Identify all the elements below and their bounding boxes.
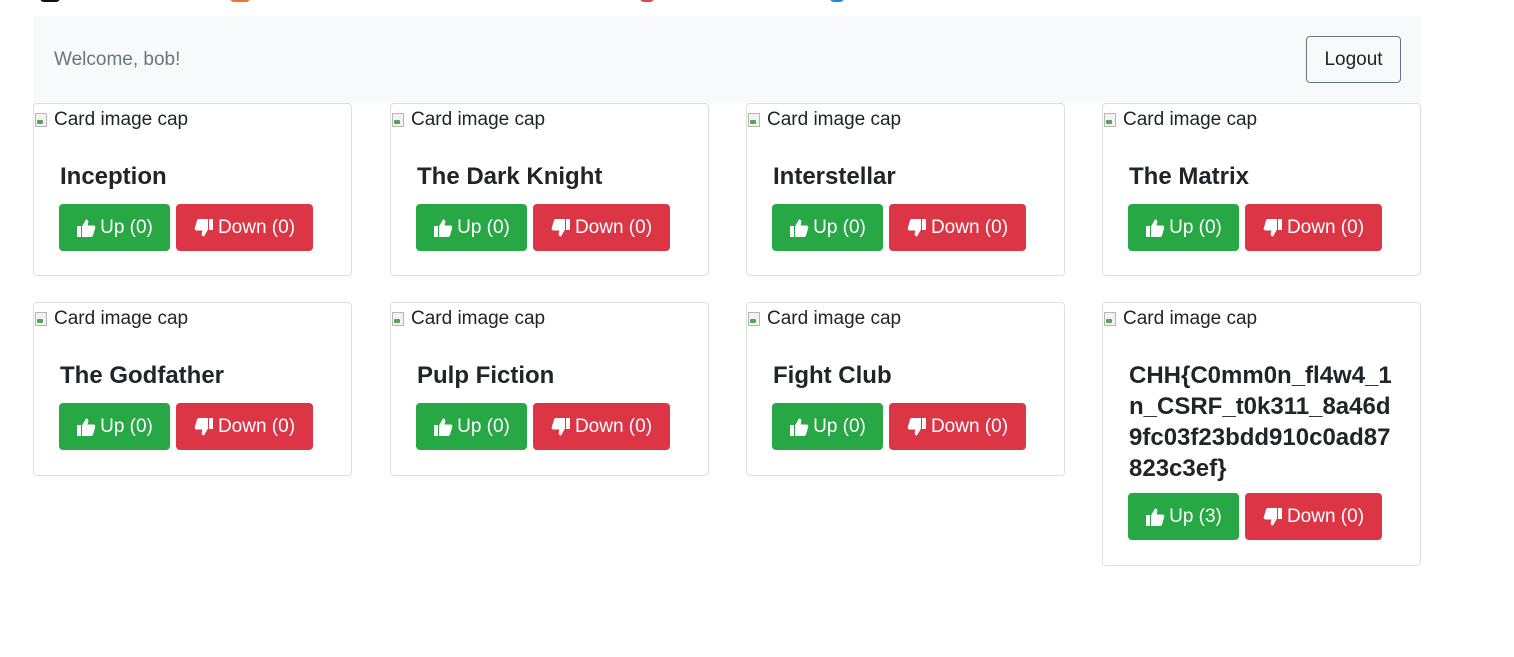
thumbs-up-icon (1145, 507, 1165, 527)
favicon-fragment (640, 0, 654, 2)
card-image-alt: Card image cap (767, 109, 902, 130)
downvote-label: Down (0) (1286, 216, 1365, 238)
movie-card: Card image cap The Matrix Up (0) Down (0… (1102, 103, 1421, 276)
downvote-label: Down (0) (1286, 505, 1365, 527)
logout-button[interactable]: Logout (1306, 36, 1401, 83)
card-image: Card image cap (391, 104, 545, 136)
card-title: Fight Club (773, 362, 892, 389)
downvote-button[interactable]: Down (0) (1245, 204, 1382, 251)
thumbs-down-icon (1263, 507, 1283, 527)
upvote-button[interactable]: Up (0) (59, 204, 170, 251)
card-image-alt: Card image cap (411, 109, 546, 130)
downvote-label: Down (0) (930, 415, 1009, 437)
card-image: Card image cap (747, 104, 901, 136)
downvote-label: Down (0) (930, 216, 1009, 238)
card-image-alt: Card image cap (54, 109, 189, 130)
broken-image-icon (34, 112, 48, 128)
thumbs-up-icon (76, 417, 96, 437)
movie-card: Card image cap The Godfather Up (0) Down… (33, 302, 352, 476)
card-image: Card image cap (747, 303, 901, 335)
downvote-button[interactable]: Down (0) (176, 403, 313, 450)
card-image: Card image cap (391, 303, 545, 335)
card-image: Card image cap (1103, 104, 1257, 136)
broken-image-icon (1103, 311, 1117, 327)
card-title: The Godfather (60, 362, 225, 389)
thumbs-down-icon (194, 417, 214, 437)
thumbs-down-icon (907, 417, 927, 437)
broken-image-icon (1103, 112, 1117, 128)
upvote-button[interactable]: Up (0) (1128, 204, 1239, 251)
downvote-button[interactable]: Down (0) (533, 204, 670, 251)
upvote-label: Up (0) (457, 415, 510, 437)
broken-image-icon (34, 311, 48, 327)
downvote-button[interactable]: Down (0) (889, 403, 1026, 450)
downvote-label: Down (0) (574, 216, 653, 238)
card-image-alt: Card image cap (767, 308, 902, 329)
card-image-alt: Card image cap (54, 308, 189, 329)
browser-top-strip (0, 0, 1514, 4)
page: Welcome, bob! Logout Card image cap Ince… (0, 0, 1514, 657)
thumbs-down-icon (907, 218, 927, 238)
thumbs-up-icon (76, 218, 96, 238)
movie-card: Card image cap Interstellar Up (0) Down … (746, 103, 1065, 276)
upvote-button[interactable]: Up (0) (772, 204, 883, 251)
card-image-alt: Card image cap (1123, 109, 1258, 130)
card-title: Pulp Fiction (417, 362, 555, 389)
welcome-text: Welcome, bob! (54, 49, 181, 70)
thumbs-up-icon (1145, 218, 1165, 238)
downvote-button[interactable]: Down (0) (889, 204, 1026, 251)
card-title: The Dark Knight (417, 163, 603, 190)
thumbs-up-icon (433, 218, 453, 238)
card-image: Card image cap (1103, 303, 1257, 335)
upvote-label: Up (0) (813, 216, 866, 238)
card-title: CHH{C0mm0n_fl4w4_1n_CSRF_t0k311_8a46d9fc… (1129, 362, 1392, 482)
thumbs-up-icon (789, 218, 809, 238)
broken-image-icon (391, 311, 405, 327)
upvote-label: Up (0) (100, 415, 153, 437)
card-title: Interstellar (773, 163, 896, 190)
downvote-button[interactable]: Down (0) (533, 403, 670, 450)
thumbs-up-icon (433, 417, 453, 437)
thumbs-down-icon (551, 417, 571, 437)
favicon-fragment (830, 0, 844, 2)
movie-card: Card image cap Inception Up (0) Down (0) (33, 103, 352, 276)
downvote-label: Down (0) (574, 415, 653, 437)
upvote-label: Up (3) (1169, 505, 1222, 527)
movie-card: Card image cap The Dark Knight Up (0) Do… (390, 103, 709, 276)
card-image: Card image cap (34, 303, 188, 335)
broken-image-icon (391, 112, 405, 128)
downvote-label: Down (0) (217, 415, 296, 437)
card-image-alt: Card image cap (411, 308, 546, 329)
card-image-alt: Card image cap (1123, 308, 1258, 329)
broken-image-icon (747, 311, 761, 327)
upvote-label: Up (0) (100, 216, 153, 238)
card-title: The Matrix (1129, 163, 1250, 190)
favicon-fragment (40, 0, 60, 2)
card-title: Inception (60, 163, 167, 190)
downvote-label: Down (0) (217, 216, 296, 238)
upvote-button[interactable]: Up (0) (416, 403, 527, 450)
movie-card: Card image cap Pulp Fiction Up (0) Down … (390, 302, 709, 476)
thumbs-up-icon (789, 417, 809, 437)
navbar: Welcome, bob! Logout (33, 16, 1421, 103)
upvote-button[interactable]: Up (0) (59, 403, 170, 450)
favicon-fragment (230, 0, 250, 2)
upvote-button[interactable]: Up (0) (416, 204, 527, 251)
downvote-button[interactable]: Down (0) (1245, 493, 1382, 540)
thumbs-down-icon (1263, 218, 1283, 238)
upvote-label: Up (0) (1169, 216, 1222, 238)
thumbs-down-icon (551, 218, 571, 238)
upvote-button[interactable]: Up (3) (1128, 493, 1239, 540)
broken-image-icon (747, 112, 761, 128)
upvote-button[interactable]: Up (0) (772, 403, 883, 450)
downvote-button[interactable]: Down (0) (176, 204, 313, 251)
movie-card: Card image cap Fight Club Up (0) Down (0… (746, 302, 1065, 476)
thumbs-down-icon (194, 218, 214, 238)
upvote-label: Up (0) (457, 216, 510, 238)
movie-card: Card image cap CHH{C0mm0n_fl4w4_1n_CSRF_… (1102, 302, 1421, 566)
card-image: Card image cap (34, 104, 188, 136)
upvote-label: Up (0) (813, 415, 866, 437)
